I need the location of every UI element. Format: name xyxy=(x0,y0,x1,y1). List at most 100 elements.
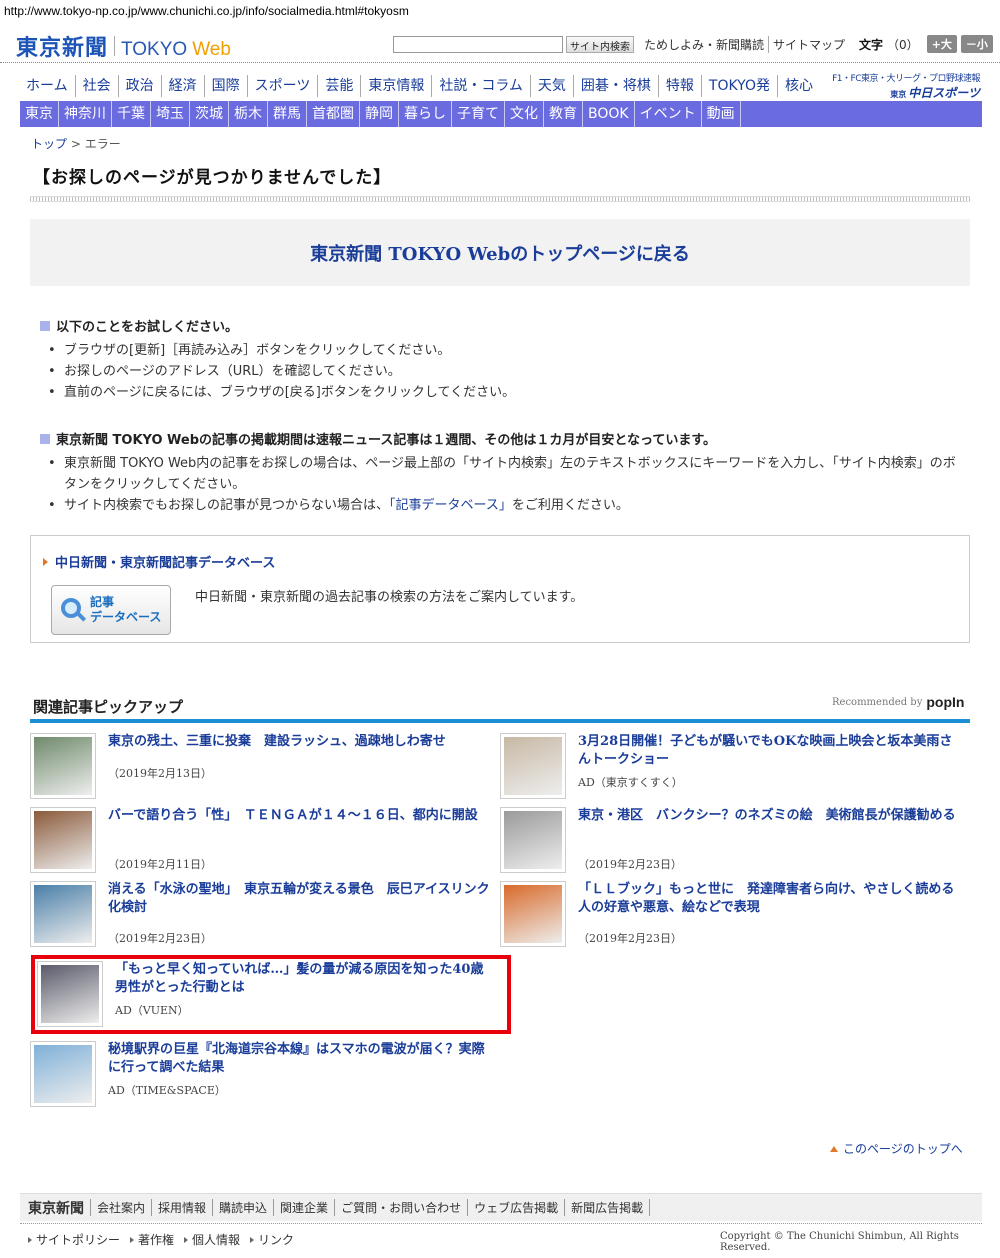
logo-divider xyxy=(114,36,116,56)
nav-item-parenting[interactable]: 子育て xyxy=(452,101,505,127)
nav-item-politics[interactable]: 政治 xyxy=(119,75,162,97)
nav-item-entertainment[interactable]: 芸能 xyxy=(318,75,362,97)
article-date: （2019年2月23日） xyxy=(578,858,682,871)
footer-link-paper-ads[interactable]: 新聞広告掲載 xyxy=(564,1199,651,1216)
nav-item-education[interactable]: 教育 xyxy=(544,101,583,127)
links-link[interactable]: リンク xyxy=(250,1231,294,1248)
related-article-ad[interactable]: 秘境駅界の巨星『北海道宗谷本線』はスマホの電波が届く？実際に行って調べた結果 A… xyxy=(30,1041,490,1109)
site-policy-link[interactable]: サイトポリシー xyxy=(28,1231,120,1248)
region-shutoken[interactable]: 首都圏 xyxy=(307,101,360,127)
database-box-title[interactable]: 中日新聞・東京新聞記事データベース xyxy=(43,552,275,571)
article-title[interactable]: 秘境駅界の巨星『北海道宗谷本線』はスマホの電波が届く？実際に行って調べた結果 xyxy=(108,1041,493,1077)
logo-web: Web xyxy=(192,39,231,60)
footer-link-company[interactable]: 会社案内 xyxy=(90,1199,151,1216)
nav-item-sports[interactable]: スポーツ xyxy=(248,75,319,97)
nav-item-tokyo-hatsu[interactable]: TOKYO発 xyxy=(702,75,778,97)
article-thumbnail xyxy=(37,961,103,1027)
related-article[interactable]: 東京・港区 バンクシー？のネズミの絵 美術館長が保護勧める （2019年2月23… xyxy=(500,807,960,875)
sitemap-link[interactable]: サイトマップ xyxy=(768,35,849,53)
nav-item-home[interactable]: ホーム xyxy=(20,75,76,97)
footer-bar: 東京新聞 会社案内 採用情報 購読申込 関連企業 ご質問・お問い合わせ ウェブ広… xyxy=(20,1193,982,1221)
nav-item-book[interactable]: BOOK xyxy=(583,101,635,127)
thumb-image xyxy=(504,737,562,795)
arrow-up-icon xyxy=(830,1145,838,1152)
nav-item-go-shogi[interactable]: 囲碁・将棋 xyxy=(574,75,659,97)
square-bullet-icon xyxy=(40,433,50,444)
nav-item-society[interactable]: 社会 xyxy=(76,75,119,97)
thumb-image xyxy=(34,811,92,869)
chunichi-sports-logo: 東京 中日スポーツ xyxy=(824,84,980,101)
breadcrumb: トップ > エラー xyxy=(31,135,121,152)
trial-subscribe-link[interactable]: ためしよみ・新聞購読 xyxy=(640,36,768,53)
period-list: 東京新聞 TOKYO Web内の記事をお探しの場合は、ページ最上部の「サイト内検… xyxy=(48,453,958,516)
thumb-image xyxy=(34,1045,92,1103)
article-database-link[interactable]: 「記事データベース」 xyxy=(389,498,512,513)
thumb-image xyxy=(34,737,92,795)
region-chiba[interactable]: 千葉 xyxy=(112,101,151,127)
recommended-by-text: Recommended by xyxy=(832,696,923,708)
region-tokyo[interactable]: 東京 xyxy=(20,101,59,127)
region-shizuoka[interactable]: 静岡 xyxy=(360,101,399,127)
footer-link-recruit[interactable]: 採用情報 xyxy=(151,1199,212,1216)
nav-item-culture[interactable]: 文化 xyxy=(505,101,544,127)
region-gunma[interactable]: 群馬 xyxy=(268,101,307,127)
related-article[interactable]: バーで語り合う「性」 ＴＥＮＧＡが１４～１６日、都内に開設 （2019年2月11… xyxy=(30,807,490,875)
site-logo[interactable]: 東京新聞 TOKYO Web xyxy=(16,30,231,62)
thumb-image xyxy=(41,965,99,1023)
related-article-ad[interactable]: 「もっと早く知っていれば…」髪の量が減る原因を知った40歳男性がとった行動とは … xyxy=(37,961,507,1029)
privacy-link[interactable]: 個人情報 xyxy=(184,1231,240,1248)
header-tools: サイト内検索 ためしよみ・新聞購読 サイトマップ 文字 （0） +大 －小 xyxy=(393,35,993,53)
copyright-link[interactable]: 著作権 xyxy=(130,1231,174,1248)
article-source: AD（東京すくすく） xyxy=(578,776,683,789)
nav-item-living[interactable]: 暮らし xyxy=(399,101,452,127)
title-divider xyxy=(30,196,970,202)
related-article[interactable]: 東京の残土、三重に投棄 建設ラッシュ、過疎地しわ寄せ （2019年2月13日） xyxy=(30,733,490,801)
chunichi-sports-banner[interactable]: F1・FC東京・大リーグ・プロ野球速報 東京 中日スポーツ xyxy=(824,71,980,101)
article-date: （2019年2月11日） xyxy=(108,858,212,871)
nav-item-video[interactable]: 動画 xyxy=(702,101,741,127)
article-title[interactable]: バーで語り合う「性」 ＴＥＮＧＡが１４～１６日、都内に開設 xyxy=(108,807,493,825)
header-divider xyxy=(0,62,1000,63)
footer-link-subscribe[interactable]: 購読申込 xyxy=(212,1199,273,1216)
nav-item-weather[interactable]: 天気 xyxy=(531,75,574,97)
related-article[interactable]: 3月28日開催！子どもが騒いでもOKな映画上映会と坂本美雨さんトークショー AD… xyxy=(500,733,960,801)
database-button-line1: 記事 xyxy=(90,595,115,609)
recommended-by[interactable]: Recommended by popIn xyxy=(832,694,964,710)
nav-item-economy[interactable]: 経済 xyxy=(162,75,205,97)
article-title[interactable]: 「もっと早く知っていれば…」髪の量が減る原因を知った40歳男性がとった行動とは xyxy=(115,961,495,997)
article-title[interactable]: 「ＬＬブック」もっと世に 発達障害者ら向け、やさしく読める 人の好意や悪意、絵な… xyxy=(578,881,967,917)
section-heading-try: 以下のことをお試しください。 xyxy=(40,316,238,335)
font-size-up-button[interactable]: +大 xyxy=(926,35,957,53)
site-search-input[interactable] xyxy=(393,35,563,53)
article-date: （2019年2月23日） xyxy=(578,932,682,945)
nav-item-tokyo-info[interactable]: 東京情報 xyxy=(361,75,433,97)
nav-item-world[interactable]: 国際 xyxy=(205,75,248,97)
article-thumbnail xyxy=(500,807,566,873)
article-title[interactable]: 消える「水泳の聖地」 東京五輪が変える景色 辰巳アイスリンク化検討 xyxy=(108,881,493,917)
article-thumbnail xyxy=(500,881,566,947)
region-tochigi[interactable]: 栃木 xyxy=(229,101,268,127)
related-article[interactable]: 「ＬＬブック」もっと世に 発達障害者ら向け、やさしく読める 人の好意や悪意、絵な… xyxy=(500,881,967,949)
thumb-image xyxy=(504,811,562,869)
breadcrumb-top[interactable]: トップ xyxy=(31,137,67,151)
region-ibaraki[interactable]: 茨城 xyxy=(190,101,229,127)
nav-item-core[interactable]: 核心 xyxy=(778,75,820,97)
article-title[interactable]: 東京・港区 バンクシー？のネズミの絵 美術館長が保護勧める xyxy=(578,807,963,825)
region-saitama[interactable]: 埼玉 xyxy=(151,101,190,127)
nav-item-editorial[interactable]: 社説・コラム xyxy=(432,75,531,97)
nav-item-event[interactable]: イベント xyxy=(635,101,702,127)
footer-link-affiliates[interactable]: 関連企業 xyxy=(273,1199,334,1216)
related-article[interactable]: 消える「水泳の聖地」 東京五輪が変える景色 辰巳アイスリンク化検討 （2019年… xyxy=(30,881,490,949)
nav-item-special[interactable]: 特報 xyxy=(659,75,702,97)
article-title[interactable]: 東京の残土、三重に投棄 建設ラッシュ、過疎地しわ寄せ xyxy=(108,733,493,751)
back-to-top-link[interactable]: 東京新聞 TOKYO Webのトップページに戻る xyxy=(310,240,690,266)
page-top-link[interactable]: このページのトップへ xyxy=(830,1140,963,1157)
footer-link-contact[interactable]: ご質問・お問い合わせ xyxy=(334,1199,467,1216)
site-search-button[interactable]: サイト内検索 xyxy=(566,35,634,53)
footer-link-web-ads[interactable]: ウェブ広告掲載 xyxy=(467,1199,564,1216)
article-title[interactable]: 3月28日開催！子どもが騒いでもOKな映画上映会と坂本美雨さんトークショー xyxy=(578,733,963,769)
font-size-down-button[interactable]: －小 xyxy=(960,35,993,53)
footer-logo[interactable]: 東京新聞 xyxy=(28,1198,84,1218)
article-database-button[interactable]: 記事 データベース xyxy=(51,585,171,635)
region-kanagawa[interactable]: 神奈川 xyxy=(59,101,112,127)
